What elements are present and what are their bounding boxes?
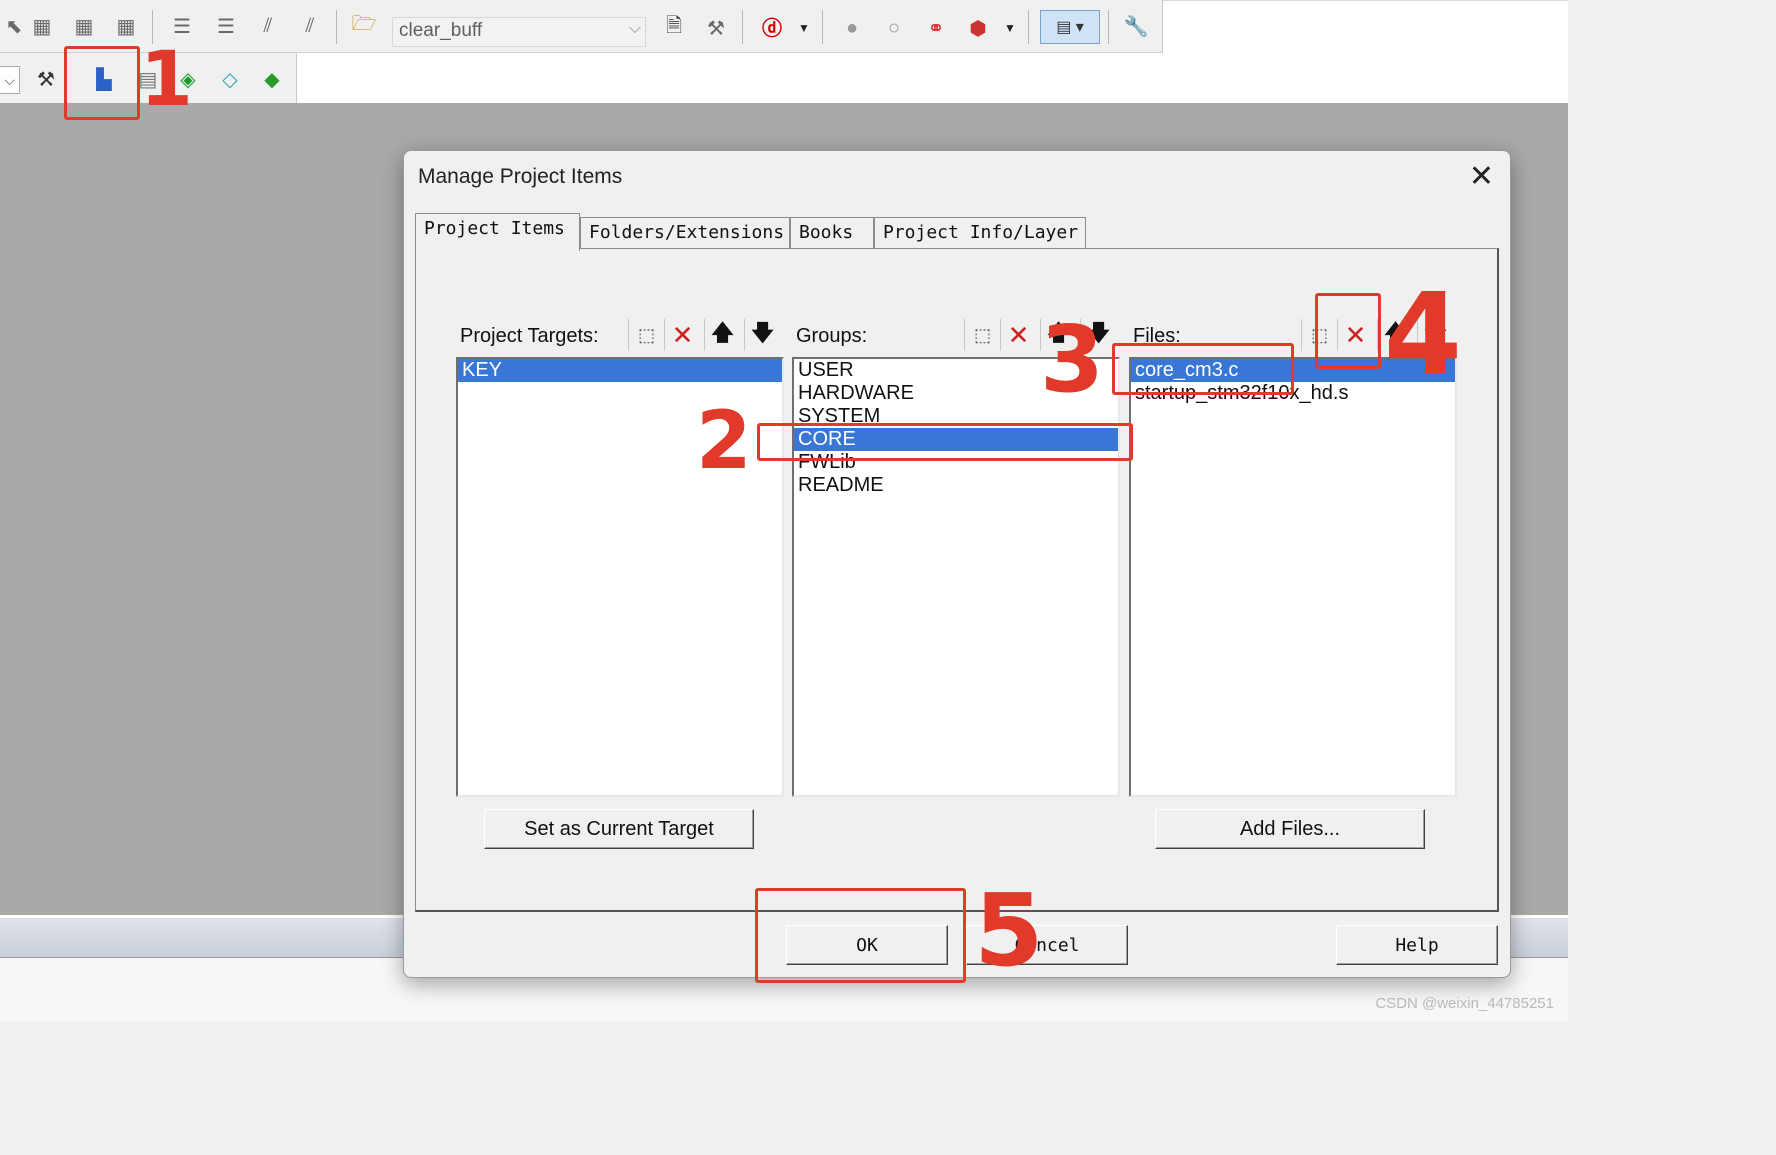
book-icon[interactable]: ▦ [28,12,56,40]
tab-books[interactable]: Books [790,217,874,249]
chevron-down-icon[interactable]: ⌵ [629,20,641,38]
select-device-icon[interactable]: ◇ [216,65,244,93]
watermark: CSDN @weixin_44785251 [1375,995,1554,1012]
breakpoint-disable-icon[interactable]: ⚭ [922,14,950,42]
annotation-box-1 [64,46,140,120]
move-down-icon[interactable]: 🡇 [744,319,780,351]
toolbar-separator [742,10,743,44]
tab-project-info-layer[interactable]: Project Info/Layer [874,217,1086,249]
dialog-title: Manage Project Items [418,165,623,188]
book3-icon[interactable]: ▦ [112,12,140,40]
new-group-icon[interactable]: ⬚ [964,319,1000,351]
annotation-number-1: 1 [140,34,193,123]
manage-runtime-icon[interactable]: ◆ [258,65,286,93]
toolbar-empty-area [297,53,1568,103]
annotation-box-2 [757,423,1133,461]
book2-icon[interactable]: ▦ [70,12,98,40]
breakpoint-empty-icon[interactable]: ○ [880,14,908,42]
window-layout-icon[interactable]: ▤ ▾ [1040,10,1100,44]
delete-target-icon[interactable]: ✕ [664,319,700,351]
targets-header: Project Targets: ⬚ ✕ 🡅 🡇 [456,319,784,353]
set-current-target-button[interactable]: Set as Current Target [484,809,754,849]
annotation-number-3: 3 [1040,306,1105,413]
open-folder-icon[interactable]: 🗁 [350,12,378,40]
breakpoint-icon[interactable]: ● [838,14,866,42]
outdent-icon[interactable]: ☰ [212,12,240,40]
toolbar-separator [822,10,823,44]
list-item-group[interactable]: README [794,474,1118,497]
toolbar-separator [1108,10,1109,44]
delete-group-icon[interactable]: ✕ [1000,319,1036,351]
tab-folders-extensions[interactable]: Folders/Extensions [580,217,790,249]
dropdown-arrow-icon[interactable]: ▼ [790,14,818,42]
find-combo[interactable]: clear_buff ⌵ [392,17,646,47]
annotation-box-4 [1315,293,1381,369]
help-button[interactable]: Help [1336,925,1498,965]
find-replace-icon[interactable]: ⚒ [702,14,730,42]
close-icon[interactable]: ✕ [1469,159,1494,194]
debug-icon[interactable]: ⓓ [758,12,786,40]
back-icon[interactable]: ⬉ [0,12,28,40]
find-file-icon[interactable]: 🗎 [660,14,688,42]
tab-project-items[interactable]: Project Items [415,213,580,251]
annotation-number-5: 5 [974,872,1044,989]
groups-label: Groups: [796,325,868,347]
target-options-icon[interactable]: ⚒ [32,65,60,93]
annotation-number-4: 4 [1384,270,1462,400]
wrench-icon[interactable]: 🔧 [1122,12,1150,40]
list-item-target[interactable]: KEY [458,359,782,382]
annotation-box-3 [1112,343,1294,395]
annotation-box-5 [755,888,966,983]
files-list[interactable]: core_cm3.c startup_stm32f10x_hd.s [1129,357,1457,797]
move-up-icon[interactable]: 🡅 [704,319,740,351]
add-files-button[interactable]: Add Files... [1155,809,1425,849]
toolbar-separator [1028,10,1029,44]
comment-icon[interactable]: ⫽ [254,12,282,40]
toolbar-separator [336,10,337,44]
targets-label: Project Targets: [460,325,599,347]
new-target-icon[interactable]: ⬚ [628,319,664,351]
annotation-number-2: 2 [696,394,752,487]
dropdown-arrow-icon[interactable]: ▼ [996,14,1024,42]
manage-project-dialog: Manage Project Items ✕ Project Items Fol… [403,150,1511,978]
chevron-down-icon[interactable]: ⌵ [0,66,20,94]
find-combo-value: clear_buff [399,20,483,41]
uncomment-icon[interactable]: ⫽ [296,12,324,40]
breakpoint-clear-icon[interactable]: ⬢ [964,14,992,42]
